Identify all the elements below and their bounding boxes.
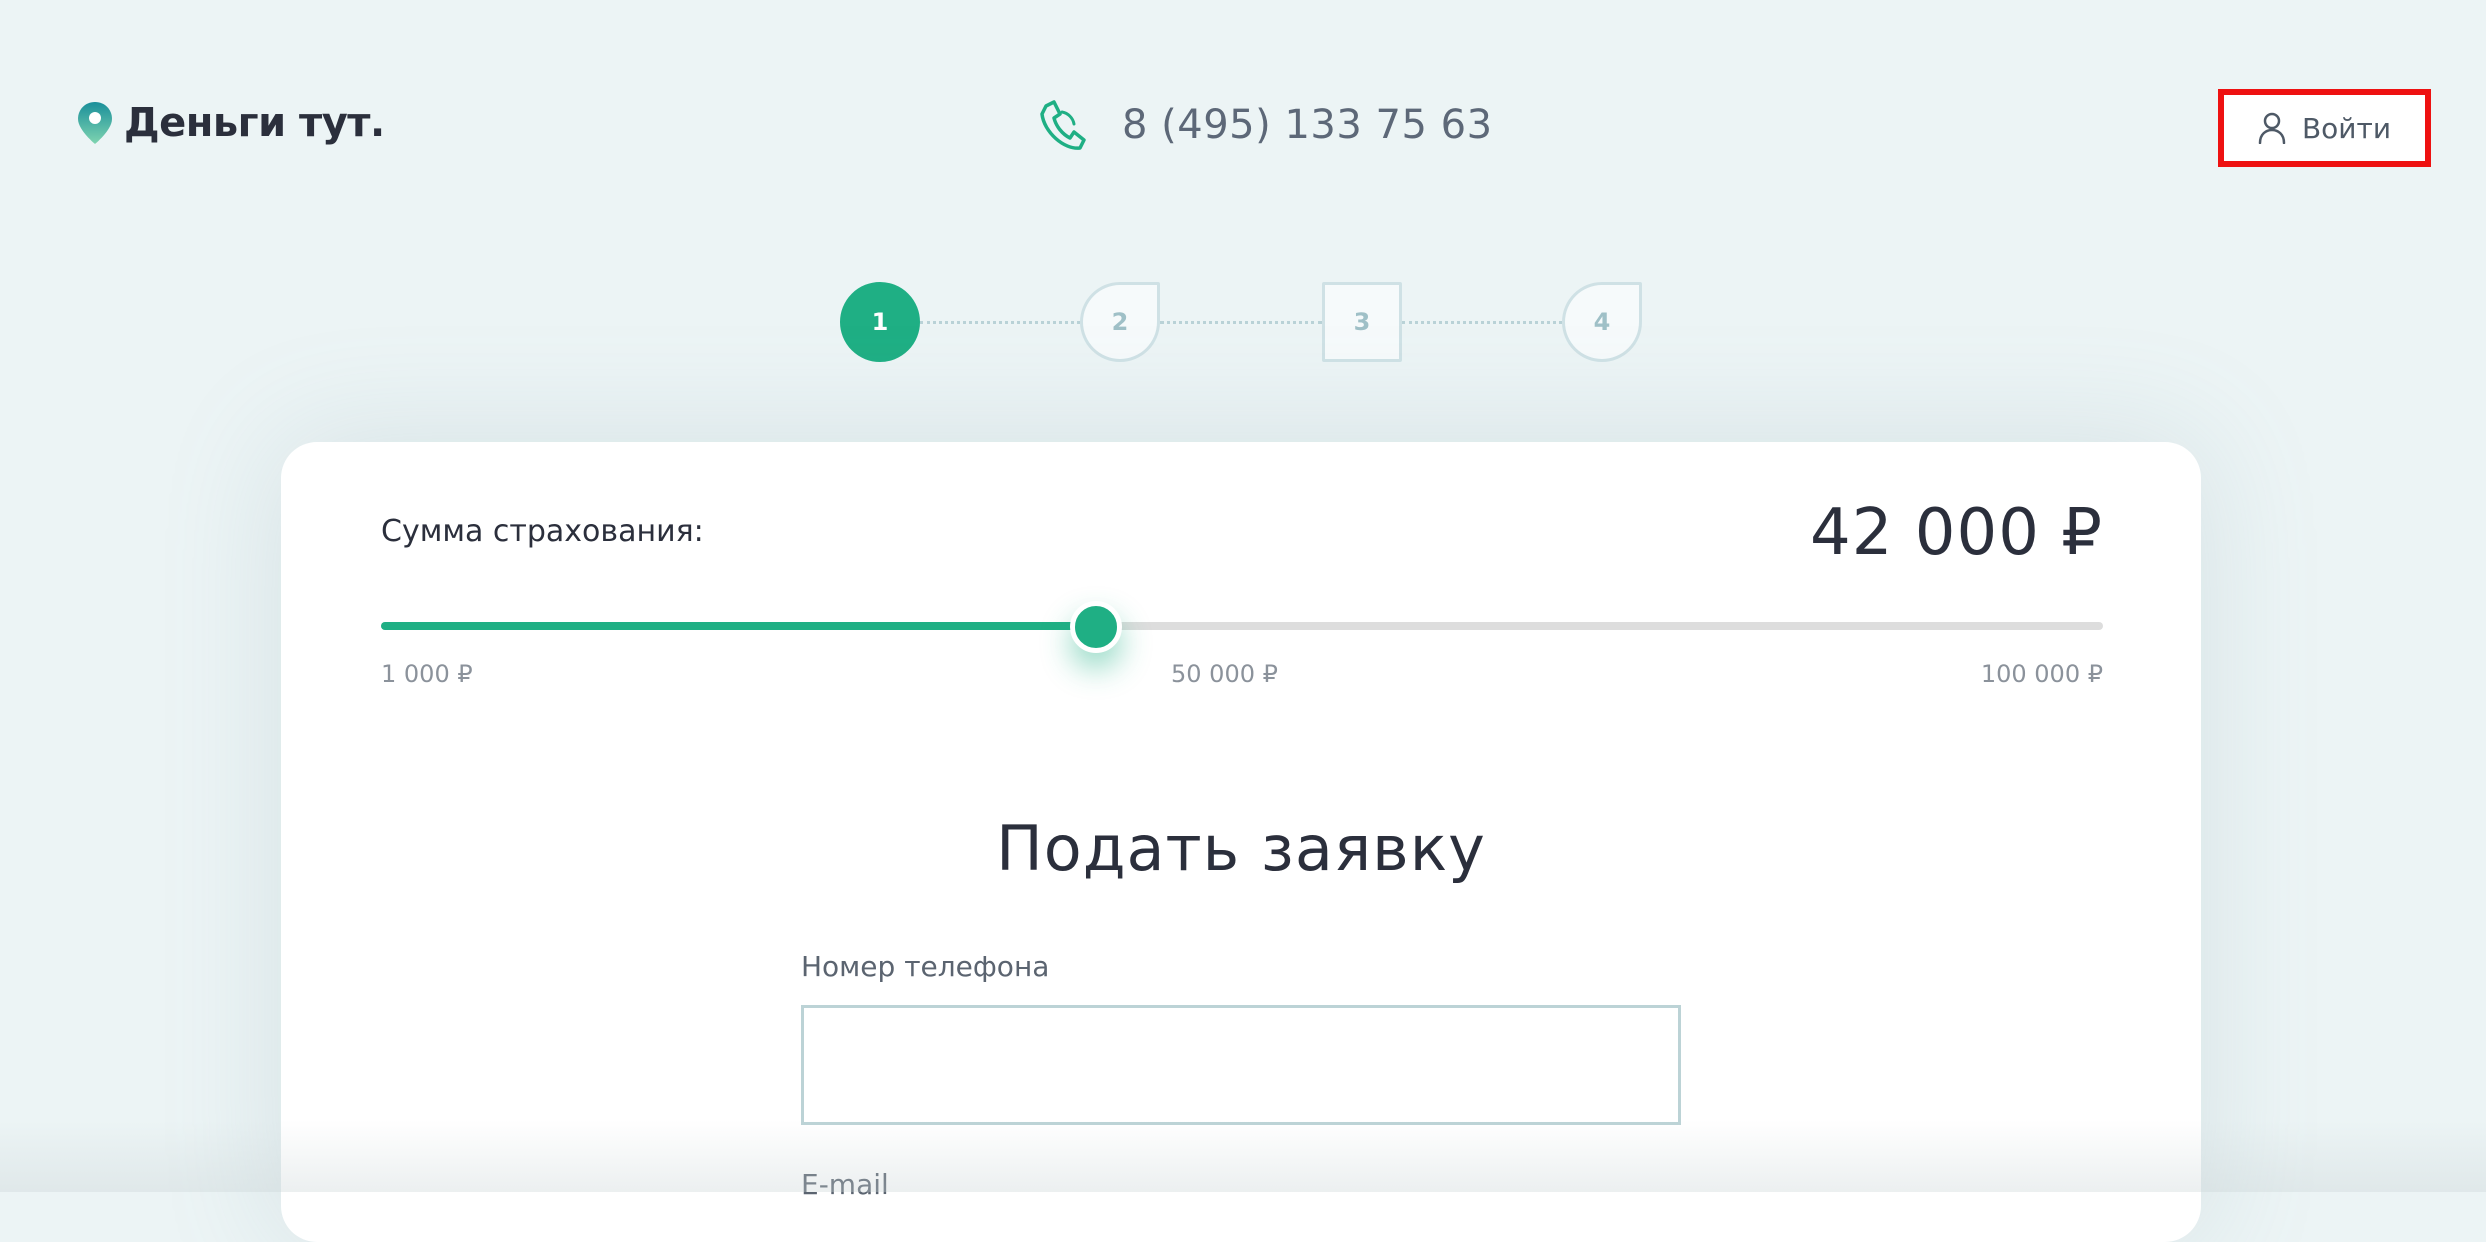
phone-contact[interactable]: 8 (495) 133 75 63	[1036, 98, 1493, 152]
slider-mid-label: 50 000 ₽	[1171, 660, 1278, 688]
step-connector	[920, 321, 1080, 324]
slider-handle[interactable]	[1069, 601, 1122, 653]
phone-field-label: Номер телефона	[801, 950, 1050, 983]
location-pin-icon	[78, 102, 112, 144]
step-3: 3	[1322, 282, 1402, 362]
email-field-label: E-mail	[801, 1168, 889, 1201]
step-2: 2	[1080, 282, 1160, 362]
step-connector	[1402, 321, 1562, 324]
phone-icon	[1040, 100, 1086, 150]
application-card: Сумма страхования: 42 000 ₽ 1 000 ₽ 50 0…	[281, 442, 2201, 1242]
insurance-sum-slider[interactable]	[381, 601, 2103, 662]
logo-text: Деньги тут.	[124, 100, 385, 146]
login-label: Войти	[2301, 111, 2392, 145]
user-icon	[2258, 112, 2286, 144]
phone-field[interactable]	[801, 1005, 1681, 1125]
phone-number[interactable]: 8 (495) 133 75 63	[1122, 102, 1493, 148]
step-4: 4	[1562, 282, 1642, 362]
slider-fill	[381, 622, 1096, 630]
form-title: Подать заявку	[996, 812, 1486, 885]
slider-min-label: 1 000 ₽	[381, 660, 473, 688]
insurance-sum-label: Сумма страхования:	[381, 514, 704, 549]
step-1: 1	[840, 282, 920, 362]
login-button[interactable]: Войти	[2226, 97, 2423, 159]
insurance-sum-value: 42 000 ₽	[1810, 496, 2103, 570]
step-connector	[1160, 321, 1322, 324]
logo[interactable]: Деньги тут.	[76, 98, 385, 148]
progress-steps: 1 2 3 4	[840, 282, 1642, 362]
slider-max-label: 100 000 ₽	[1980, 660, 2103, 688]
